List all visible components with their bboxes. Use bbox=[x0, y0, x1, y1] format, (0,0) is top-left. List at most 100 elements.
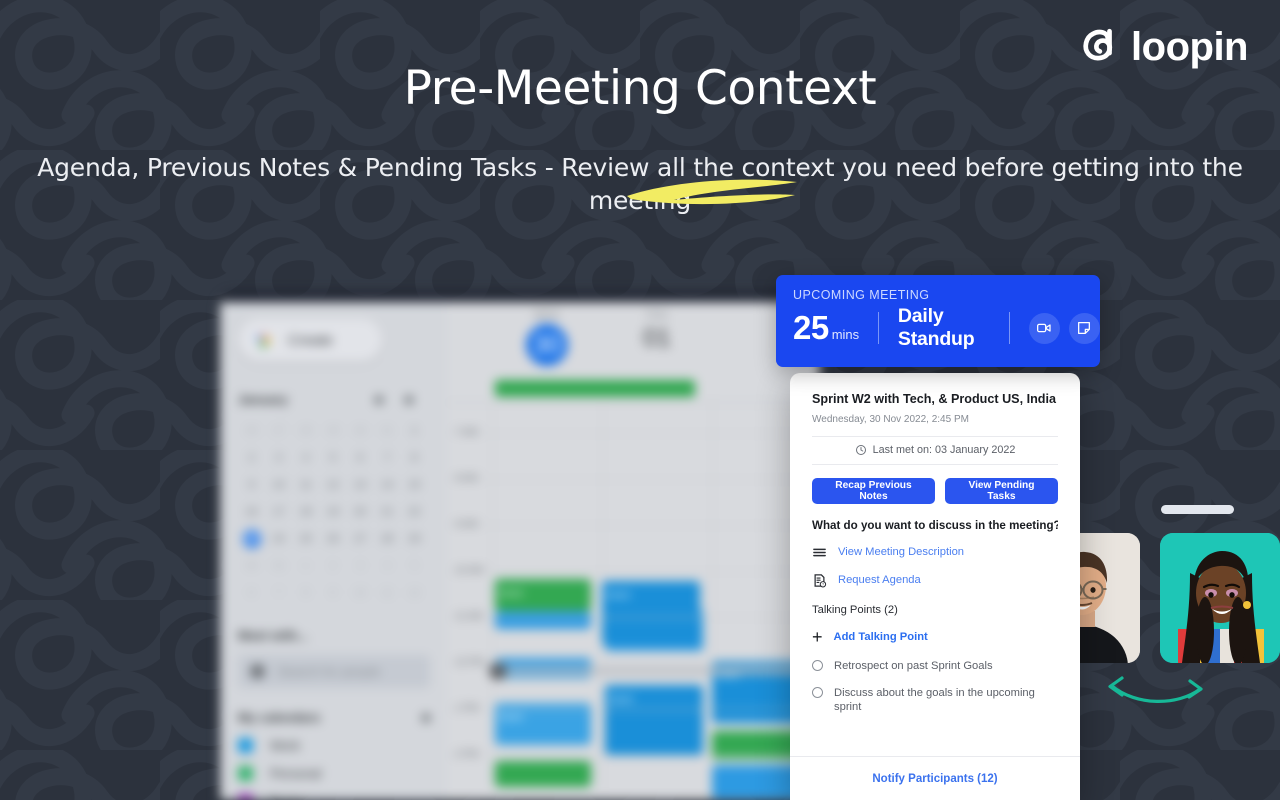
mini-calendar-day[interactable]: 27 bbox=[347, 530, 374, 548]
mini-calendar-day[interactable]: 31 bbox=[374, 422, 401, 440]
mini-calendar-day[interactable]: 6 bbox=[238, 584, 265, 602]
checkbox-circle-icon[interactable] bbox=[812, 686, 823, 698]
mini-calendar-day[interactable]: 2 bbox=[319, 557, 346, 575]
calendar-color-swatch[interactable] bbox=[238, 766, 253, 781]
checkbox-circle-icon[interactable] bbox=[812, 659, 823, 671]
mini-calendar-day[interactable]: 13 bbox=[347, 476, 374, 494]
recap-previous-notes-button[interactable]: Recap Previous Notes bbox=[812, 477, 935, 504]
prev-month-icon[interactable] bbox=[375, 395, 383, 404]
scrollbar-thumb[interactable] bbox=[489, 662, 507, 680]
mini-calendar-day[interactable]: 5 bbox=[319, 449, 346, 467]
view-pending-tasks-button[interactable]: View Pending Tasks bbox=[944, 477, 1058, 504]
mini-calendar-day[interactable]: 31 bbox=[265, 557, 292, 575]
mini-calendar-day[interactable]: 11 bbox=[374, 584, 401, 602]
hour-grid[interactable]: Event Event Event Event Event Event 7 AM… bbox=[447, 402, 820, 799]
request-agenda-link[interactable]: ? Request Agenda bbox=[812, 573, 1058, 588]
calendar-event[interactable] bbox=[495, 611, 591, 629]
join-video-call-button[interactable] bbox=[1028, 312, 1060, 344]
mini-calendar-day[interactable]: 8 bbox=[292, 584, 319, 602]
upcoming-meeting-banner[interactable]: UPCOMING MEETING 25 mins Daily Standup bbox=[776, 275, 1100, 367]
mini-calendar-day[interactable]: 28 bbox=[292, 422, 319, 440]
mini-calendar-day[interactable]: 27 bbox=[265, 422, 292, 440]
day-column-header[interactable]: WED 30 bbox=[492, 302, 602, 380]
calendar-list[interactable]: Work Personal Tasks bbox=[238, 738, 433, 800]
mini-calendar-day[interactable]: 9 bbox=[319, 584, 346, 602]
mini-calendar-day[interactable]: 16 bbox=[238, 503, 265, 521]
mini-calendar-day[interactable]: 24 bbox=[265, 530, 292, 548]
card-action-buttons[interactable]: Recap Previous Notes View Pending Tasks bbox=[812, 477, 1058, 504]
talking-point-item[interactable]: Retrospect on past Sprint Goals bbox=[812, 659, 1058, 673]
calendar-list-item[interactable]: Tasks bbox=[238, 794, 433, 800]
next-month-icon[interactable] bbox=[405, 395, 413, 404]
mini-calendar-day[interactable]: 5 bbox=[401, 557, 428, 575]
mini-calendar-day[interactable]: 12 bbox=[401, 584, 428, 602]
talking-point-item[interactable]: Discuss about the goals in the upcoming … bbox=[812, 686, 1058, 714]
mini-calendar-day[interactable]: 12 bbox=[319, 476, 346, 494]
add-talking-point-button[interactable]: + Add Talking Point bbox=[812, 628, 1058, 646]
mini-calendar-day[interactable]: 28 bbox=[374, 530, 401, 548]
open-notes-button[interactable] bbox=[1068, 312, 1100, 344]
view-meeting-description-link[interactable]: View Meeting Description bbox=[812, 545, 1058, 560]
calendar-color-swatch[interactable] bbox=[238, 738, 253, 753]
mini-calendar-day[interactable]: 17 bbox=[265, 503, 292, 521]
day-number[interactable]: 01 bbox=[602, 324, 712, 353]
day-number[interactable]: 30 bbox=[526, 324, 568, 366]
mini-calendar-day[interactable]: 4 bbox=[374, 557, 401, 575]
talking-point-text: Retrospect on past Sprint Goals bbox=[834, 659, 993, 672]
mini-calendar-day[interactable]: 6 bbox=[347, 449, 374, 467]
calendar-event[interactable]: Event bbox=[602, 581, 700, 645]
mini-calendar-day[interactable]: 3 bbox=[265, 449, 292, 467]
mini-calendar-day[interactable]: 7 bbox=[374, 449, 401, 467]
mini-calendar-day[interactable]: 1 bbox=[401, 422, 428, 440]
calendar-app-window[interactable]: Create January 26 27 28 29 30 31 1 2 3 4 5 6 7 8 9 10 11… bbox=[220, 294, 820, 800]
my-calendars-section[interactable]: My calendars Work Personal Tasks bbox=[238, 710, 433, 800]
calendar-list-item[interactable]: Personal bbox=[238, 766, 433, 781]
mini-calendar-day[interactable]: 3 bbox=[347, 557, 374, 575]
mini-calendar-day[interactable]: 22 bbox=[401, 503, 428, 521]
notify-participants-button[interactable]: Notify Participants (12) bbox=[790, 756, 1080, 800]
mini-calendar-day[interactable]: 10 bbox=[347, 584, 374, 602]
mini-calendar[interactable]: January 26 27 28 29 30 31 1 2 3 4 5 6 7 8 9 10 11 12 13 14 1… bbox=[238, 392, 433, 602]
day-column-header[interactable]: THU 01 bbox=[602, 302, 712, 380]
mini-calendar-day[interactable]: 10 bbox=[265, 476, 292, 494]
mini-calendar-day[interactable]: 4 bbox=[292, 449, 319, 467]
mini-calendar-day[interactable]: 21 bbox=[374, 503, 401, 521]
mini-calendar-day[interactable]: 19 bbox=[319, 503, 346, 521]
horizontal-scrollbar[interactable] bbox=[492, 668, 820, 674]
mini-calendar-day[interactable]: 30 bbox=[347, 422, 374, 440]
search-people-input[interactable]: Search for people bbox=[238, 655, 430, 688]
mini-calendar-day[interactable]: 30 bbox=[238, 557, 265, 575]
participant-tile-right[interactable] bbox=[1160, 533, 1280, 663]
calendar-event[interactable] bbox=[495, 761, 591, 787]
mini-calendar-day[interactable]: 1 bbox=[292, 557, 319, 575]
all-day-row[interactable] bbox=[447, 380, 820, 402]
mini-calendar-day[interactable]: 11 bbox=[292, 476, 319, 494]
mini-calendar-day[interactable]: 26 bbox=[238, 422, 265, 440]
mini-calendar-day[interactable]: 23 bbox=[242, 530, 261, 548]
all-day-event[interactable] bbox=[495, 380, 695, 397]
calendar-list-item[interactable]: Work bbox=[238, 738, 433, 753]
mini-calendar-day[interactable]: 15 bbox=[401, 476, 428, 494]
mini-calendar-day[interactable]: 7 bbox=[265, 584, 292, 602]
mini-calendar-day[interactable]: 26 bbox=[319, 530, 346, 548]
mini-calendar-day[interactable]: 8 bbox=[401, 449, 428, 467]
mini-calendar-grid[interactable]: 26 27 28 29 30 31 1 2 3 4 5 6 7 8 9 10 11 12 13 14 15 16 17 18 1… bbox=[238, 422, 428, 602]
mini-calendar-day[interactable]: 29 bbox=[401, 530, 428, 548]
calendar-grid[interactable]: WED 30 THU 01 Event Event Event Event Event… bbox=[447, 302, 820, 800]
mini-calendar-day[interactable]: 2 bbox=[238, 449, 265, 467]
mini-calendar-day[interactable]: 18 bbox=[292, 503, 319, 521]
mini-calendar-day[interactable]: 9 bbox=[238, 476, 265, 494]
meeting-detail-card[interactable]: Sprint W2 with Tech, & Product US, India… bbox=[790, 373, 1080, 800]
calendar-event[interactable]: Event bbox=[495, 579, 591, 611]
banner-actions[interactable] bbox=[1028, 312, 1100, 344]
mini-calendar-nav[interactable] bbox=[375, 395, 413, 404]
calendar-event[interactable]: Event bbox=[605, 685, 703, 755]
mini-calendar-day[interactable]: 20 bbox=[347, 503, 374, 521]
calendar-color-swatch[interactable] bbox=[238, 794, 253, 800]
mini-calendar-day[interactable]: 25 bbox=[292, 530, 319, 548]
mini-calendar-day[interactable]: 14 bbox=[374, 476, 401, 494]
collapse-calendars-icon[interactable] bbox=[422, 713, 430, 722]
create-event-button[interactable]: Create bbox=[238, 318, 383, 362]
calendar-sidebar[interactable]: Create January 26 27 28 29 30 31 1 2 3 4 5 6 7 8 9 10 11… bbox=[220, 302, 447, 800]
mini-calendar-day[interactable]: 29 bbox=[319, 422, 346, 440]
